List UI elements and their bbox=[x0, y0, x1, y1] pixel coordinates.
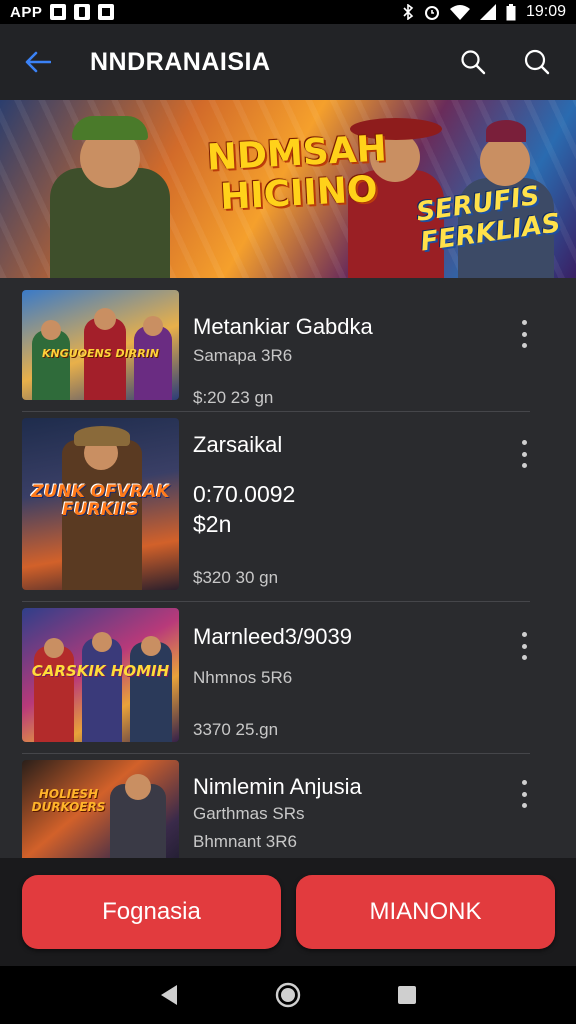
back-button[interactable] bbox=[20, 44, 56, 80]
list-item[interactable]: ZUNK OFVRAK FURKIIS Zarsaikal 0:70.0092 … bbox=[22, 418, 530, 602]
more-dot-icon bbox=[521, 463, 527, 468]
more-dot-icon bbox=[521, 440, 527, 445]
alarm-icon bbox=[424, 6, 439, 20]
hero-banner[interactable]: NDMSAH HICIINO SERUFIS FERKLIAS bbox=[0, 100, 576, 278]
game-thumbnail: KNGUOENS DIRRIN bbox=[22, 290, 179, 400]
search-button[interactable] bbox=[454, 43, 492, 81]
more-dot-icon bbox=[521, 803, 527, 808]
back-arrow-icon bbox=[25, 51, 51, 73]
page-title: NNDRANAISIA bbox=[90, 47, 271, 76]
item-title: Zarsaikal bbox=[193, 432, 283, 457]
nav-home-button[interactable] bbox=[273, 980, 303, 1010]
list-item[interactable]: HOLIESH DURKOERS Nimlemin Anjusia Garthm… bbox=[22, 760, 530, 858]
game-thumbnail: CARSKIK HOMIH bbox=[22, 608, 179, 742]
list-item[interactable]: CARSKIK HOMIH Marnleed3/9039 Nhmnos 5R6 … bbox=[22, 608, 530, 754]
more-options-button[interactable] bbox=[514, 776, 534, 812]
right-action-button[interactable]: MIANONK bbox=[296, 875, 555, 949]
more-dot-icon bbox=[521, 643, 527, 649]
status-bar: APP 19:09 bbox=[0, 0, 576, 24]
notification-icon bbox=[74, 4, 91, 20]
battery-icon bbox=[506, 3, 516, 20]
game-list: KNGUOENS DIRRIN Metankiar Gabdka Samapa … bbox=[0, 278, 576, 858]
status-app-label: APP bbox=[10, 3, 43, 21]
item-title: Marnleed3/9039 bbox=[193, 624, 353, 649]
more-options-button[interactable] bbox=[514, 316, 534, 352]
item-meta: 3370 25.gn bbox=[193, 720, 279, 739]
game-thumbnail: ZUNK OFVRAK FURKIIS bbox=[22, 418, 179, 590]
item-value-secondary: $2n bbox=[193, 511, 232, 537]
item-title: Nimlemin Anjusia bbox=[193, 774, 362, 799]
app-bar: NNDRANAISIA bbox=[0, 24, 576, 100]
item-subtitle: Garthmas SRs bbox=[193, 804, 305, 823]
hero-character-left bbox=[40, 108, 180, 278]
back-triangle-icon bbox=[161, 985, 178, 1005]
thumbnail-logo: ZUNK OFVRAK FURKIIS bbox=[31, 482, 170, 520]
system-nav-bar bbox=[0, 966, 576, 1024]
banner-title: NDMSAH HICIINO bbox=[206, 128, 390, 218]
bottom-action-bar: Fognasia MIANONK bbox=[0, 858, 576, 966]
nav-back-button[interactable] bbox=[154, 980, 184, 1010]
recents-square-icon bbox=[397, 986, 416, 1004]
thumbnail-logo: HOLIESH DURKOERS bbox=[31, 787, 106, 814]
more-dot-icon bbox=[521, 343, 527, 348]
item-meta: $320 30 gn bbox=[193, 568, 279, 587]
item-subtitle: Nhmnos 5R6 bbox=[193, 668, 293, 687]
more-options-button[interactable] bbox=[514, 436, 534, 472]
more-dot-icon bbox=[521, 780, 527, 785]
more-dot-icon bbox=[521, 451, 527, 457]
search-icon bbox=[524, 49, 550, 75]
left-action-button[interactable]: Fognasia bbox=[22, 875, 281, 949]
game-thumbnail: HOLIESH DURKOERS bbox=[22, 760, 179, 858]
more-dot-icon bbox=[521, 791, 527, 797]
item-meta: $:20 23 gn bbox=[193, 388, 274, 407]
more-dot-icon bbox=[521, 632, 527, 637]
home-circle-icon bbox=[275, 982, 301, 1008]
more-dot-icon bbox=[521, 320, 527, 325]
more-dot-icon bbox=[521, 331, 527, 337]
search-alt-button[interactable] bbox=[518, 43, 556, 81]
bluetooth-icon bbox=[403, 4, 414, 20]
item-meta: Bhmnant 3R6 bbox=[193, 832, 297, 851]
item-title: Metankiar Gabdka bbox=[193, 314, 373, 339]
more-dot-icon bbox=[521, 655, 527, 660]
search-icon bbox=[461, 50, 486, 75]
more-options-button[interactable] bbox=[514, 628, 534, 664]
notification-icon bbox=[50, 4, 67, 20]
nav-recents-button[interactable] bbox=[392, 980, 422, 1010]
item-value: 0:70.0092 bbox=[193, 481, 296, 507]
thumbnail-logo: KNGUOENS DIRRIN bbox=[42, 347, 159, 360]
item-subtitle: Samapa 3R6 bbox=[193, 346, 293, 365]
list-item[interactable]: KNGUOENS DIRRIN Metankiar Gabdka Samapa … bbox=[22, 290, 530, 412]
wifi-icon bbox=[449, 5, 470, 20]
signal-icon bbox=[479, 4, 496, 20]
status-time: 19:09 bbox=[525, 3, 566, 20]
thumbnail-logo: CARSKIK HOMIH bbox=[31, 662, 170, 680]
notification-icon bbox=[98, 4, 115, 20]
